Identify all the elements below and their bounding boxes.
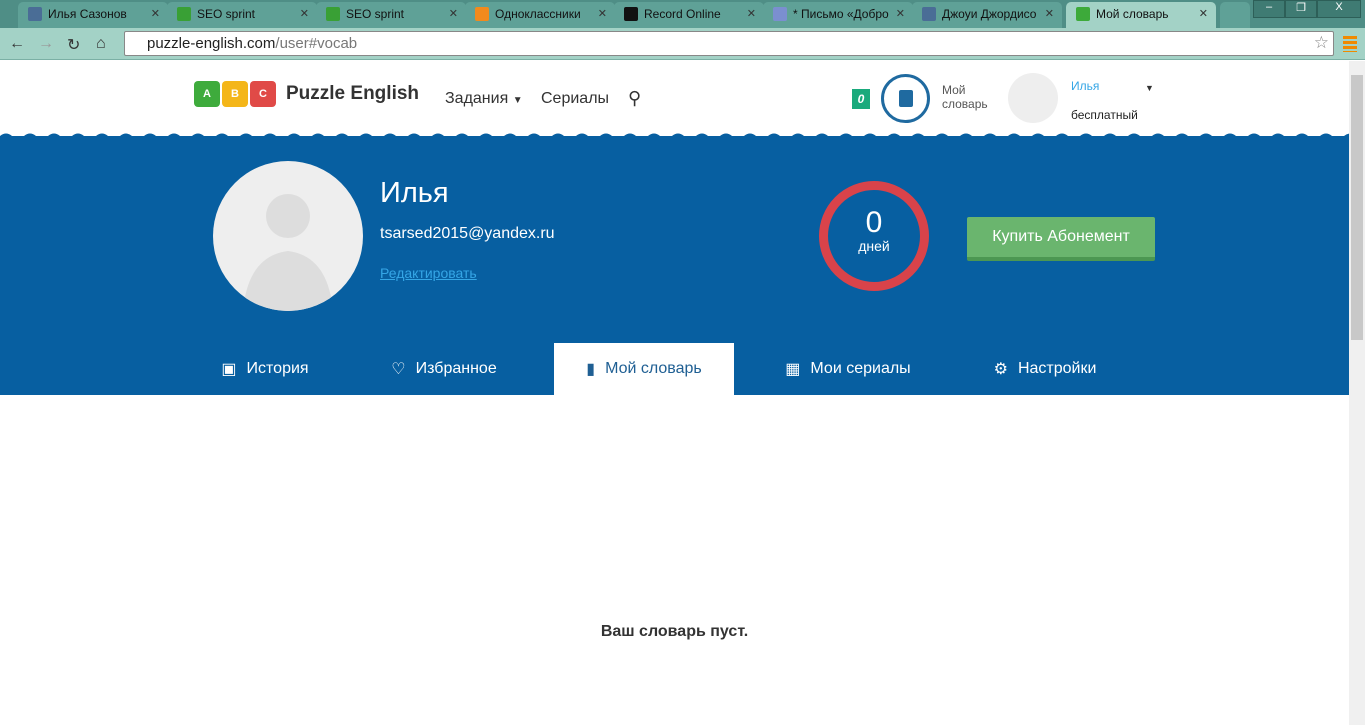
- logo[interactable]: A B C Puzzle English: [194, 81, 419, 107]
- book-icon: ▮: [586, 361, 596, 378]
- tab-label: Мои сериалы: [810, 360, 911, 377]
- close-tab-icon[interactable]: ✕: [1199, 7, 1208, 20]
- user-menu-caret-icon[interactable]: ▼: [1145, 81, 1154, 95]
- vocab-label: словарь: [942, 97, 988, 111]
- minimize-icon[interactable]: –: [1253, 0, 1285, 18]
- edit-profile-link[interactable]: Редактировать: [380, 265, 477, 281]
- tab-label: История: [246, 360, 309, 377]
- url-path: /user#vocab: [275, 35, 358, 52]
- tab-label: Настройки: [1017, 360, 1097, 377]
- vk-icon: [28, 7, 42, 21]
- tab-title: * Письмо «Добро: [793, 7, 889, 21]
- browser-tab[interactable]: Илья Сазонов ✕: [18, 2, 168, 28]
- logo-text: Puzzle English: [286, 83, 420, 104]
- tab-my-series[interactable]: ▦ Мои сериалы: [758, 343, 938, 395]
- vocab-link[interactable]: Мой словарь: [942, 83, 988, 111]
- tab-title: Джоуи Джордисо: [942, 7, 1037, 21]
- profile-email: tsarsed2015@yandex.ru: [380, 225, 555, 242]
- scrollbar-thumb[interactable]: [1351, 75, 1363, 340]
- user-plan: бесплатный: [1071, 108, 1138, 122]
- browser-toolbar: ← → ↻ ⌂ puzzle-english.com/user#vocab ☆: [0, 28, 1365, 60]
- tab-vocabulary[interactable]: ▮ Мой словарь: [554, 343, 734, 395]
- buy-subscription-button[interactable]: Купить Абонемент: [967, 217, 1155, 261]
- days-value: 0: [865, 206, 883, 239]
- record-icon: [624, 7, 638, 21]
- nav-tasks-label: Задания: [445, 90, 509, 107]
- tab-label: Избранное: [415, 360, 497, 377]
- mail-icon: [773, 7, 787, 21]
- empty-vocab-message: Ваш словарь пуст.: [600, 623, 749, 640]
- close-tab-icon[interactable]: ✕: [1045, 7, 1054, 20]
- tab-favorites[interactable]: ♡ Избранное: [354, 343, 534, 395]
- logo-piece: B: [222, 81, 248, 107]
- tab-label: Мой словарь: [605, 360, 702, 377]
- address-bar[interactable]: puzzle-english.com/user#vocab ☆: [124, 31, 1334, 56]
- browser-menu-icon[interactable]: [1343, 36, 1357, 52]
- nav-tasks[interactable]: Задания ▼: [445, 90, 523, 108]
- avatar[interactable]: [1008, 73, 1058, 123]
- user-silhouette-icon: [243, 194, 333, 311]
- search-icon[interactable]: ⚲: [628, 88, 641, 109]
- user-name-link[interactable]: Илья: [1071, 79, 1099, 93]
- forward-icon[interactable]: →: [38, 35, 54, 53]
- page: A B C Puzzle English Задания ▼ Сериалы ⚲…: [0, 61, 1349, 725]
- calendar-icon: ▣: [221, 361, 237, 378]
- profile-avatar: [213, 161, 363, 311]
- url-host: puzzle-english.com: [147, 35, 276, 52]
- close-tab-icon[interactable]: ✕: [896, 7, 905, 20]
- odnoklassniki-icon: [475, 7, 489, 21]
- film-icon: ▦: [785, 361, 801, 378]
- close-window-icon[interactable]: X: [1317, 0, 1361, 18]
- nav-series[interactable]: Сериалы: [541, 90, 609, 108]
- seosprint-icon: [326, 7, 340, 21]
- caret-down-icon: ▼: [512, 95, 523, 106]
- browser-tab-active[interactable]: Мой словарь ✕: [1066, 2, 1216, 28]
- vocab-count-badge: 0: [852, 89, 870, 109]
- scrollbar[interactable]: [1349, 61, 1365, 725]
- close-tab-icon[interactable]: ✕: [300, 7, 309, 20]
- tab-strip: Илья Сазонов ✕ SEO sprint ✕ SEO sprint ✕ Од…: [0, 0, 1365, 28]
- tab-title: Одноклассники: [495, 7, 581, 21]
- days-label: дней: [858, 238, 890, 254]
- restore-icon[interactable]: ❐: [1285, 0, 1317, 18]
- tab-title: Мой словарь: [1096, 7, 1169, 21]
- puzzle-icon: [1076, 7, 1090, 21]
- logo-piece: A: [194, 81, 220, 107]
- browser-tab[interactable]: SEO sprint ✕: [167, 2, 317, 28]
- days-counter: 0 дней: [819, 181, 929, 291]
- browser-tab[interactable]: Джоуи Джордисо ✕: [912, 2, 1062, 28]
- bookmark-star-icon[interactable]: ☆: [1314, 33, 1329, 53]
- vocab-button[interactable]: [881, 74, 930, 123]
- tab-title: SEO sprint: [197, 7, 256, 21]
- browser-tab[interactable]: * Письмо «Добро ✕: [763, 2, 913, 28]
- close-tab-icon[interactable]: ✕: [598, 7, 607, 20]
- heart-icon: ♡: [391, 361, 406, 378]
- logo-piece: C: [250, 81, 276, 107]
- book-icon: [899, 90, 913, 107]
- new-tab-button[interactable]: [1220, 2, 1250, 28]
- home-icon[interactable]: ⌂: [96, 35, 106, 53]
- site-header: A B C Puzzle English Задания ▼ Сериалы ⚲…: [0, 61, 1349, 136]
- seosprint-icon: [177, 7, 191, 21]
- tab-title: Record Online: [644, 7, 721, 21]
- vk-icon: [922, 7, 936, 21]
- tab-title: Илья Сазонов: [48, 7, 127, 21]
- reload-icon[interactable]: ↻: [67, 35, 80, 55]
- vocab-label: Мой: [942, 83, 966, 97]
- back-icon[interactable]: ←: [9, 35, 25, 53]
- tab-history[interactable]: ▣ История: [175, 343, 355, 395]
- close-tab-icon[interactable]: ✕: [151, 7, 160, 20]
- close-tab-icon[interactable]: ✕: [747, 7, 756, 20]
- tab-title: SEO sprint: [346, 7, 405, 21]
- close-tab-icon[interactable]: ✕: [449, 7, 458, 20]
- profile-name: Илья: [380, 177, 449, 209]
- tab-settings[interactable]: ⚙ Настройки: [955, 343, 1135, 395]
- browser-tab[interactable]: SEO sprint ✕: [316, 2, 466, 28]
- browser-tab[interactable]: Одноклассники ✕: [465, 2, 615, 28]
- browser-tab[interactable]: Record Online ✕: [614, 2, 764, 28]
- gear-icon: ⚙: [993, 361, 1008, 378]
